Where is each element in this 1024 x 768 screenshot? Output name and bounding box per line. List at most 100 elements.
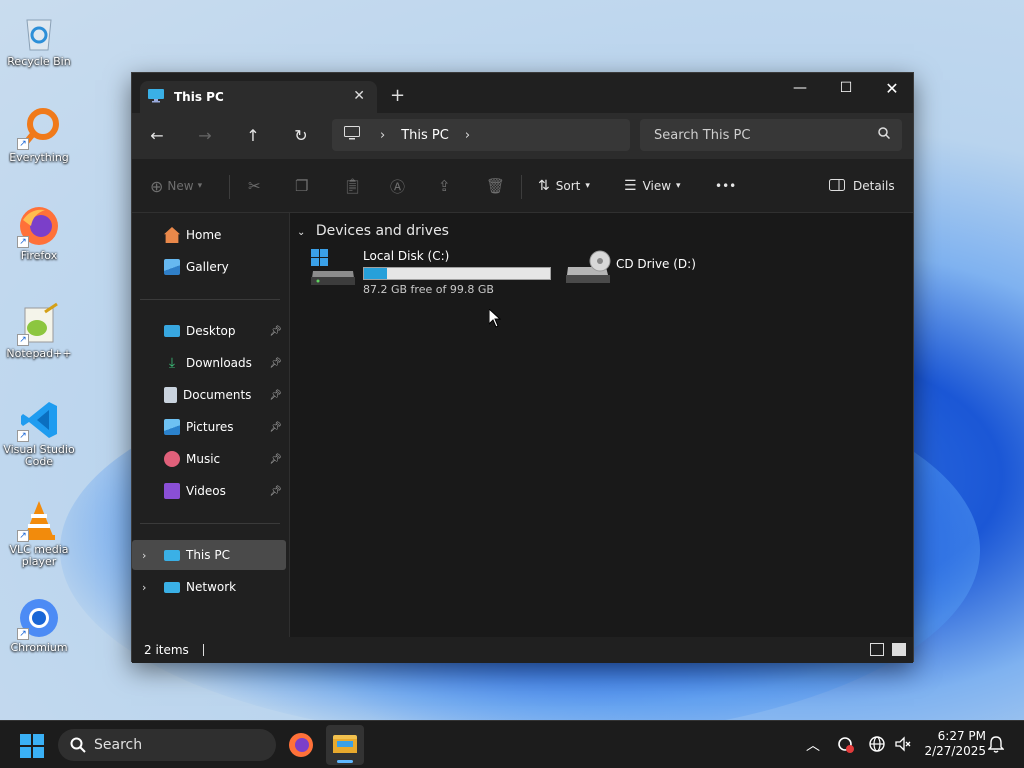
back-arrow-icon[interactable]: ←	[146, 125, 168, 147]
monitor-outline-icon	[344, 126, 360, 144]
pin-icon[interactable]: 📌︎	[269, 326, 282, 337]
desktop-icon-recycle-bin[interactable]: Recycle Bin	[3, 10, 75, 68]
shortcut-arrow-icon: ↗	[17, 530, 29, 542]
view-button[interactable]: ☰ View ▾	[624, 175, 681, 197]
chromium-icon: ↗	[17, 596, 61, 640]
drive-cd-d[interactable]: CD Drive (D:)	[566, 249, 696, 289]
desktop-icon-label: VLC media player	[9, 543, 69, 568]
cut-icon[interactable]: ✂	[248, 175, 261, 197]
nav-item-desktop[interactable]: Desktop 📌︎	[132, 316, 286, 346]
taskbar-file-explorer-icon[interactable]	[326, 725, 364, 765]
status-divider	[202, 644, 204, 656]
file-explorer-window: This PC ✕ + — ☐ ✕ ← → ↑ ↻ › This PC › Se…	[131, 72, 914, 663]
forward-arrow-icon[interactable]: →	[194, 125, 216, 147]
desktop-icon-label: Visual Studio Code	[3, 443, 75, 468]
pin-icon[interactable]: 📌︎	[269, 422, 282, 433]
chevron-right-icon[interactable]: ›	[465, 128, 470, 143]
network-globe-icon[interactable]	[868, 735, 886, 757]
document-icon	[164, 387, 177, 403]
vlc-icon: ↗	[17, 498, 61, 542]
volume-muted-icon[interactable]	[894, 735, 912, 757]
pin-icon[interactable]: 📌︎	[269, 358, 282, 369]
taskbar: Search ︿ 6:27 PM 2/27/2025	[0, 720, 1024, 768]
desktop-icon-notepad-plus-plus[interactable]: ↗ Notepad++	[3, 302, 75, 360]
details-view-icon[interactable]	[870, 643, 884, 656]
maximize-button[interactable]: ☐	[823, 73, 869, 103]
cd-drive-icon	[566, 249, 612, 289]
up-arrow-icon[interactable]: ↑	[242, 125, 264, 147]
minimize-button[interactable]: —	[777, 73, 823, 103]
rename-icon[interactable]: Ⓐ	[390, 175, 405, 197]
toolbar-divider	[229, 175, 230, 199]
more-options-button[interactable]: •••	[715, 175, 736, 197]
sync-alert-icon[interactable]	[836, 735, 854, 757]
refresh-icon[interactable]: ↻	[290, 125, 312, 147]
nav-item-gallery[interactable]: Gallery	[132, 252, 286, 282]
firefox-icon: ↗	[17, 204, 61, 248]
nav-item-label: Home	[186, 228, 222, 242]
search-placeholder: Search This PC	[654, 127, 751, 143]
desktop-icon-vlc[interactable]: ↗ VLC media player	[3, 498, 75, 568]
address-bar[interactable]: › This PC ›	[332, 119, 630, 151]
nav-item-downloads[interactable]: ⤓ Downloads 📌︎	[132, 348, 286, 378]
pin-icon[interactable]: 📌︎	[269, 390, 282, 401]
nav-item-label: Documents	[183, 388, 252, 402]
vscode-icon: ↗	[17, 398, 61, 442]
command-bar: ⊕ New ▾ ✂ ❐ 📋︎ Ⓐ ⇪ 🗑︎ ⇅ Sort ▾ ☰ View ▾ …	[132, 159, 913, 213]
view-list-icon: ☰	[624, 178, 637, 194]
share-icon[interactable]: ⇪	[438, 175, 451, 197]
paste-icon[interactable]: 📋︎	[343, 175, 362, 197]
start-windows-icon[interactable]	[20, 734, 44, 761]
breadcrumb-this-pc[interactable]: This PC	[401, 128, 449, 143]
nav-item-pictures[interactable]: Pictures 📌︎	[132, 412, 286, 442]
details-pane-button[interactable]: Details	[829, 175, 895, 197]
nav-item-label: Music	[186, 452, 221, 466]
nav-item-network[interactable]: › Network	[132, 572, 286, 602]
nav-item-music[interactable]: Music 📌︎	[132, 444, 286, 474]
group-header-devices-and-drives[interactable]: ⌄ Devices and drives	[297, 223, 449, 239]
desktop-icon-vscode[interactable]: ↗ Visual Studio Code	[3, 398, 75, 468]
title-bar: This PC ✕ + — ☐ ✕	[132, 73, 913, 113]
details-label: Details	[853, 179, 895, 193]
desktop-icon-everything[interactable]: ↗ Everything	[3, 106, 75, 164]
copy-icon[interactable]: ❐	[295, 175, 308, 197]
desktop-icon-firefox[interactable]: ↗ Firefox	[3, 204, 75, 262]
desktop-icon-label: Firefox	[20, 249, 58, 262]
search-icon	[878, 127, 891, 143]
nav-item-this-pc[interactable]: › This PC	[132, 540, 286, 570]
notification-bell-icon[interactable]	[987, 735, 1005, 757]
pin-icon[interactable]: 📌︎	[269, 454, 282, 465]
nav-item-label: Videos	[186, 484, 226, 498]
close-window-button[interactable]: ✕	[869, 73, 915, 103]
desktop-icon-chromium[interactable]: ↗ Chromium	[3, 596, 75, 654]
download-icon: ⤓	[168, 355, 176, 371]
close-tab-icon[interactable]: ✕	[353, 88, 365, 104]
chevron-right-icon[interactable]: ›	[142, 581, 146, 594]
nav-divider	[140, 523, 280, 524]
sort-icon: ⇅	[538, 178, 550, 194]
search-input[interactable]: Search This PC	[640, 119, 902, 151]
shortcut-arrow-icon: ↗	[17, 628, 29, 640]
new-button[interactable]: ⊕ New ▾	[150, 175, 202, 197]
nav-item-videos[interactable]: Videos 📌︎	[132, 476, 286, 506]
shortcut-arrow-icon: ↗	[17, 334, 29, 346]
tab-this-pc[interactable]: This PC ✕	[140, 81, 377, 113]
drive-local-disk-c[interactable]: Local Disk (C:) 87.2 GB free of 99.8 GB	[311, 249, 551, 296]
desktop-icon-label: Notepad++	[6, 347, 72, 360]
music-icon	[164, 451, 180, 467]
chevron-right-icon[interactable]: ›	[380, 128, 385, 143]
show-hidden-icons-chevron-up-icon[interactable]: ︿	[806, 735, 820, 755]
sort-button[interactable]: ⇅ Sort ▾	[538, 175, 590, 197]
new-tab-button[interactable]: +	[390, 85, 405, 106]
large-icons-view-icon[interactable]	[892, 643, 906, 656]
chevron-right-icon[interactable]: ›	[142, 549, 146, 562]
pin-icon[interactable]: 📌︎	[269, 486, 282, 497]
delete-icon[interactable]: 🗑︎	[486, 175, 505, 197]
nav-item-documents[interactable]: Documents 📌︎	[132, 380, 286, 410]
nav-item-home[interactable]: Home	[132, 220, 286, 250]
videos-icon	[164, 483, 180, 499]
taskbar-firefox-icon[interactable]	[288, 732, 314, 761]
clock[interactable]: 6:27 PM 2/27/2025	[920, 729, 986, 759]
recycle-bin-icon	[17, 10, 61, 54]
taskbar-search[interactable]: Search	[58, 729, 276, 761]
